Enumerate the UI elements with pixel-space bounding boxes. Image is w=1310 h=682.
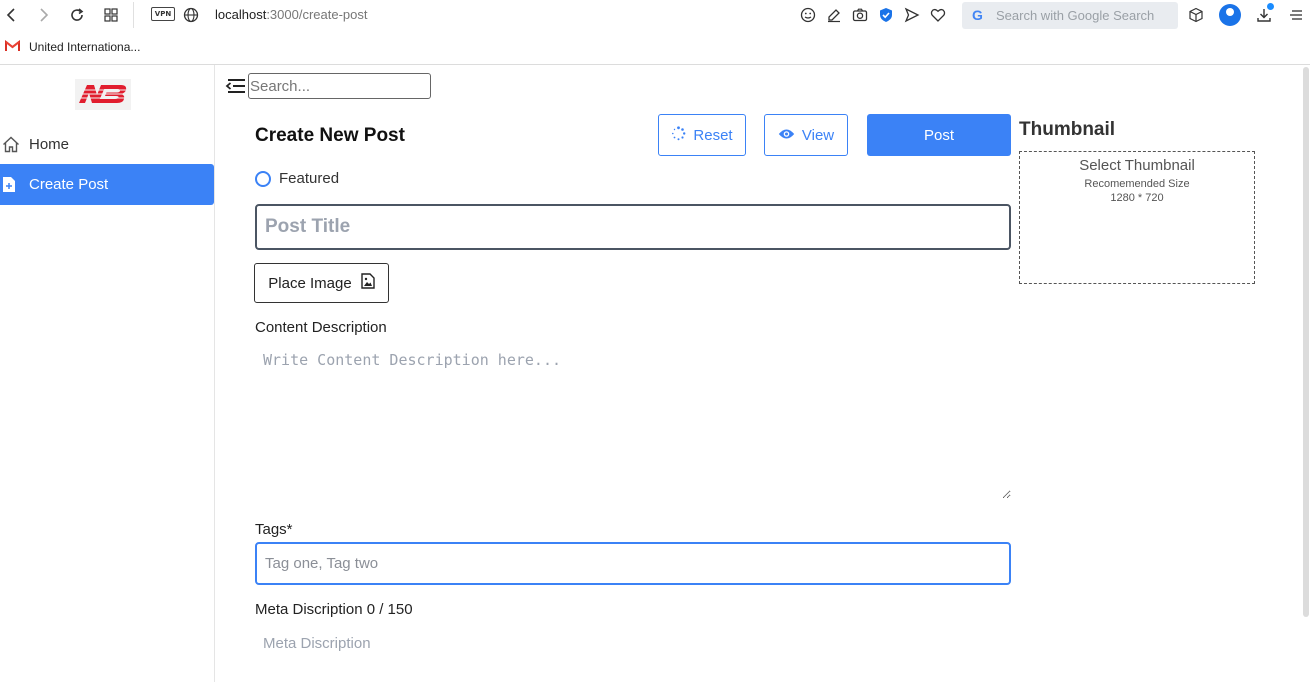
emoji-icon[interactable] bbox=[798, 5, 818, 25]
address-bar[interactable]: localhost:3000/create-post bbox=[215, 7, 368, 22]
featured-label: Featured bbox=[279, 170, 340, 187]
menu-toggle-icon[interactable] bbox=[225, 76, 247, 96]
menu-lines-icon[interactable] bbox=[1286, 5, 1306, 25]
place-image-button[interactable]: Place Image bbox=[254, 263, 389, 303]
spinner-icon bbox=[671, 125, 686, 145]
url-host: localhost bbox=[215, 7, 267, 22]
brand-logo[interactable] bbox=[75, 79, 131, 110]
browser-chrome: VPN localhost:3000/create-post G Search … bbox=[0, 0, 1310, 65]
recommended-size-value: 1280 * 720 bbox=[1110, 192, 1164, 204]
browser-search-placeholder: Search with Google Search bbox=[996, 8, 1155, 23]
edit-share-icon[interactable] bbox=[824, 5, 844, 25]
reload-icon[interactable] bbox=[67, 5, 87, 25]
recommended-size-label: Recomemended Size bbox=[1084, 178, 1190, 190]
vpn-badge[interactable]: VPN bbox=[151, 7, 175, 21]
select-thumbnail-label: Select Thumbnail bbox=[1079, 157, 1195, 174]
thumbnail-dropzone[interactable]: Select Thumbnail Recomemended Size 1280 … bbox=[1019, 151, 1255, 284]
scrollbar-thumb[interactable] bbox=[1303, 67, 1309, 617]
heart-icon[interactable] bbox=[928, 5, 948, 25]
tags-label: Tags* bbox=[255, 521, 293, 538]
search-input[interactable] bbox=[248, 73, 431, 99]
globe-icon[interactable] bbox=[181, 5, 201, 25]
forward-icon[interactable] bbox=[34, 5, 54, 25]
reset-button[interactable]: Reset bbox=[658, 114, 746, 156]
post-title-input[interactable] bbox=[255, 204, 1011, 250]
toolbar-separator bbox=[133, 2, 134, 28]
sidebar-item-home[interactable]: Home bbox=[0, 124, 214, 165]
sidebar: Home Create Post bbox=[0, 65, 215, 682]
image-file-icon bbox=[360, 273, 375, 293]
back-icon[interactable] bbox=[1, 5, 21, 25]
eye-icon bbox=[778, 127, 795, 144]
sidebar-item-label: Home bbox=[29, 136, 70, 153]
content-description-textarea[interactable] bbox=[255, 345, 1011, 499]
reset-label: Reset bbox=[693, 126, 733, 144]
bookmarks-bar: United Internationa... bbox=[0, 32, 1310, 62]
meta-description-input[interactable] bbox=[255, 628, 1011, 658]
page-title: Create New Post bbox=[255, 125, 405, 146]
camera-icon[interactable] bbox=[850, 5, 870, 25]
tabs-grid-icon[interactable] bbox=[101, 5, 121, 25]
content-description-label: Content Description bbox=[255, 319, 387, 336]
view-label: View bbox=[801, 126, 835, 144]
download-notification-dot bbox=[1267, 3, 1274, 10]
profile-avatar-icon[interactable] bbox=[1219, 4, 1241, 26]
thumbnail-heading: Thumbnail bbox=[1019, 119, 1116, 140]
featured-radio[interactable]: Featured bbox=[255, 170, 339, 187]
browser-search-box[interactable]: G Search with Google Search bbox=[962, 2, 1178, 29]
bookmark-link[interactable]: United Internationa... bbox=[29, 40, 140, 54]
browser-toolbar: VPN localhost:3000/create-post G Search … bbox=[0, 0, 1310, 30]
send-icon[interactable] bbox=[902, 5, 922, 25]
meta-description-label: Meta Discription 0 / 150 bbox=[255, 601, 413, 618]
google-icon: G bbox=[972, 7, 983, 23]
home-icon bbox=[0, 136, 29, 153]
sidebar-item-create-post[interactable]: Create Post bbox=[0, 164, 214, 205]
radio-icon[interactable] bbox=[255, 170, 271, 187]
place-image-label: Place Image bbox=[268, 274, 352, 292]
file-plus-icon bbox=[0, 176, 29, 193]
gmail-icon[interactable] bbox=[5, 39, 20, 55]
cube-icon[interactable] bbox=[1186, 5, 1206, 25]
post-button[interactable]: Post bbox=[867, 114, 1011, 156]
tags-input[interactable] bbox=[255, 542, 1011, 585]
view-button[interactable]: View bbox=[764, 114, 848, 156]
url-path: :3000/create-post bbox=[266, 7, 368, 22]
shield-check-icon[interactable] bbox=[876, 5, 896, 25]
sidebar-item-label: Create Post bbox=[29, 176, 109, 193]
